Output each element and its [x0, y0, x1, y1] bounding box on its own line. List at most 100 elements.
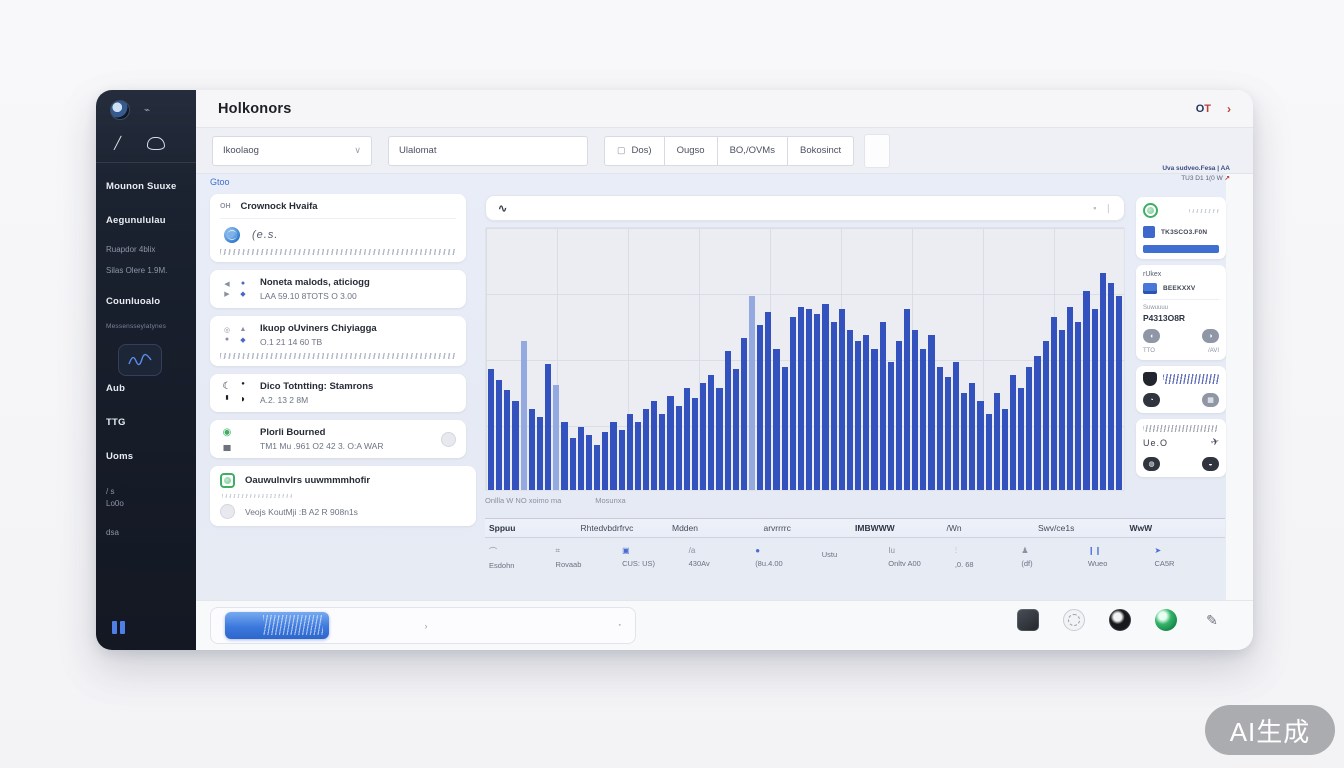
filter-extra-button[interactable] — [864, 134, 890, 168]
chart-bar — [1018, 388, 1024, 490]
list-item[interactable]: ◎▲ ●◆ Ikuop oUviners Chiyiagga O.1 21 14… — [210, 316, 466, 366]
camera-app-icon[interactable] — [1109, 609, 1131, 631]
chart-bar — [700, 383, 706, 490]
chart-bar — [773, 349, 779, 490]
recycle-icon — [220, 473, 235, 488]
sidebar-item[interactable]: Mounon Suuxe — [106, 181, 186, 192]
pause-icon[interactable] — [112, 621, 125, 634]
brand-card[interactable]: ◔ ▦ — [1136, 366, 1226, 413]
binocular-icon[interactable]: ◍ — [1143, 457, 1160, 471]
table-cell[interactable]: ⌒Esdohn — [489, 546, 556, 570]
list-item[interactable]: ◀● ▶◆ Noneta malods, aticiogg LAA 59.10 … — [210, 270, 466, 308]
scribble-value — [1189, 209, 1219, 213]
sidebar-mini-icon[interactable]: ⌁ — [144, 105, 150, 116]
table-cell[interactable]: ⫶,0. 68 — [955, 546, 1022, 570]
cell-value: Onltv A00 — [888, 559, 955, 568]
chart-bar — [1034, 356, 1040, 490]
primary-cta-button[interactable] — [225, 612, 329, 639]
browser-app-icon[interactable] — [1155, 609, 1177, 631]
app-logo-icon[interactable] — [110, 100, 130, 120]
list-item[interactable]: ☾● ▮◗ Dico Totntting: Stamrons A.2. 13 2… — [210, 374, 466, 412]
list-item[interactable]: ◉ ▄ Plorli Bourned TM1 Mu .961 O2 42 3. … — [210, 420, 466, 458]
filter-button[interactable]: Bokosinct — [788, 136, 854, 166]
sidebar-item[interactable]: Aegunululau — [106, 215, 186, 226]
chart-bar — [953, 362, 959, 490]
table-row[interactable]: ⌒Esdohn⌗Rovaab▣CUS: US)/a430Av●(8u.4.00U… — [485, 538, 1225, 580]
table-cell[interactable]: ⌗Rovaab — [556, 546, 623, 570]
header-chevron-icon[interactable]: › — [1227, 102, 1231, 116]
sidebar-item[interactable]: / s Lo0o — [106, 486, 186, 510]
sidebar-item[interactable]: Aub — [106, 383, 186, 394]
filter-button[interactable]: BO,/OVMs — [718, 136, 788, 166]
account-card[interactable]: rUkex BEEKXXV Suwuuuu P4313O8R ◖ ◑ — [1136, 265, 1226, 360]
chart-bar — [667, 396, 673, 490]
table-cell[interactable]: ▣CUS: US) — [622, 546, 689, 570]
sidebar-item[interactable]: Silas Olere 1.9M. — [106, 266, 186, 275]
cell-value: CA5R — [1154, 559, 1221, 568]
sidebar-active-tile[interactable] — [118, 344, 162, 376]
chart-bar — [725, 351, 731, 490]
brand-swoosh — [1163, 374, 1219, 384]
sidebar-item[interactable]: dsa — [106, 528, 186, 537]
cell-value: (df) — [1021, 559, 1088, 568]
flight-card[interactable]: Ue.O ✈ ◍ ◒ — [1136, 419, 1226, 477]
phone-icon[interactable]: ◖ — [1143, 329, 1160, 343]
ai-watermark: AI生成 — [1205, 705, 1335, 755]
chart-bar — [782, 367, 788, 490]
chart-bar — [578, 427, 584, 490]
table-cell[interactable]: ♟(df) — [1021, 546, 1088, 570]
scribble-line — [220, 353, 456, 359]
chart-caption-right: Mosunxa — [595, 496, 625, 505]
toolbar-dot-icon[interactable]: ▪ — [1093, 203, 1096, 213]
gtoo-link[interactable]: Gtoo — [210, 177, 230, 187]
filter-icon-button[interactable]: ▢ Dos) — [604, 136, 665, 166]
main-area: Holkonors OT › Ikoolaog ∨ ▢ Dos) — [196, 90, 1253, 650]
table-cell[interactable]: ➤CA5R — [1154, 546, 1221, 570]
chat-icon[interactable]: ◒ — [1202, 457, 1219, 471]
sidebar-item[interactable]: Messensseylatynes — [106, 323, 186, 330]
cloud-icon[interactable] — [147, 137, 165, 150]
chart-bar — [684, 388, 690, 490]
sidebar-item[interactable]: Counluoalo — [106, 296, 186, 307]
moon-icon-cluster: ☾● ▮◗ — [220, 381, 250, 405]
chart-bar — [545, 364, 551, 490]
pen-icon[interactable]: ✎ — [1201, 609, 1223, 631]
cell-icon: ▣ — [622, 546, 689, 555]
wave-icon[interactable]: ∿ — [498, 202, 507, 215]
chart-bar — [488, 369, 494, 490]
list-item[interactable]: Oauwulnvlrs uuwmmmhofir Veojs KoutMji :B… — [210, 466, 476, 526]
chart-bar — [757, 325, 763, 490]
progress-card[interactable]: TK3SCO3.F0N — [1136, 197, 1226, 259]
grid-icon[interactable]: ▦ — [1202, 393, 1219, 407]
clock-icon[interactable]: ◑ — [1202, 329, 1219, 343]
header-ot-icon[interactable]: OT — [1196, 103, 1211, 115]
table-cell[interactable]: ❙❙Wueo — [1088, 546, 1155, 570]
chart-card: ∿ ▪ ❘ Onllla W NO xoimo ma Mosunxa — [485, 195, 1125, 513]
chart-bar — [1067, 307, 1073, 490]
sidebar-item[interactable]: Ruapdor 4blix — [106, 245, 186, 254]
seal-badge-icon[interactable] — [1063, 609, 1085, 631]
sidebar-item[interactable]: Uoms — [106, 451, 186, 462]
table-column-header: Rhtedvbdrfrvc — [581, 523, 673, 533]
table-cell[interactable]: ●(8u.4.00 — [755, 546, 822, 570]
search-input[interactable] — [399, 145, 577, 156]
table-cell[interactable]: Ustu — [822, 546, 889, 570]
filter-dropdown[interactable]: Ikoolaog ∨ — [212, 136, 372, 166]
sidebar-item[interactable]: TTG — [106, 417, 186, 428]
handwritten-note: (e.s. — [252, 229, 278, 241]
toolbar-flag-icon[interactable]: ❘ — [1104, 203, 1112, 214]
dark-app-icon[interactable] — [1017, 609, 1039, 631]
cell-value: Esdohn — [489, 561, 556, 570]
table-cell[interactable]: /a430Av — [689, 546, 756, 570]
data-table: SppuuRhtedvbdrfrvcMddenarvrrrrcIMBWWW/Wn… — [485, 518, 1225, 580]
table-cell[interactable]: IuOnltv A00 — [888, 546, 955, 570]
chevron-right-icon[interactable]: › — [425, 621, 428, 631]
cell-value: 430Av — [689, 559, 756, 568]
cell-value: Wueo — [1088, 559, 1155, 568]
divider — [1143, 299, 1219, 300]
comment-icon[interactable]: ◔ — [1143, 393, 1160, 407]
pencil-icon[interactable]: ╱ — [114, 136, 121, 150]
list-item[interactable]: OH Crownock Hvaifa (e.s. — [210, 194, 466, 262]
filter-button[interactable]: Ougso — [665, 136, 718, 166]
chart-bar — [928, 335, 934, 490]
